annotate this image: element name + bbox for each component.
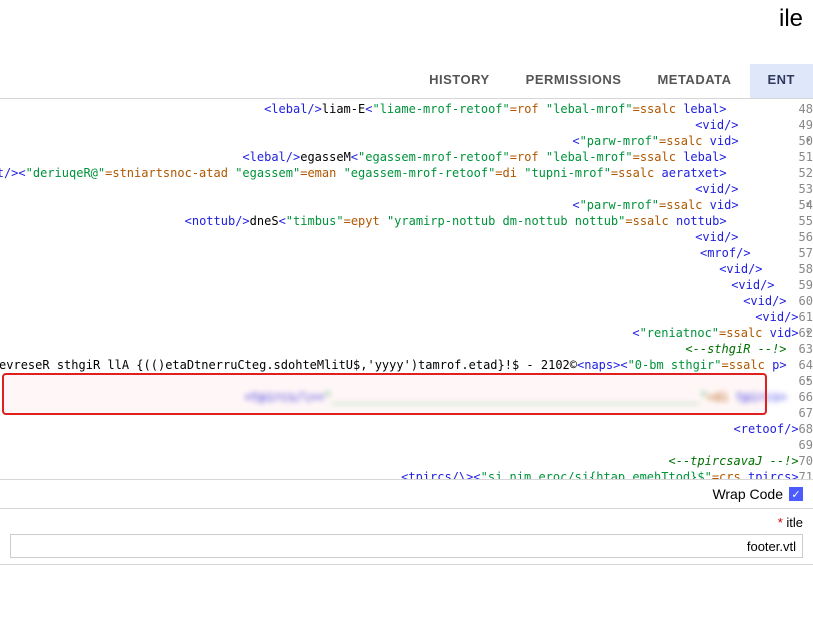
page-title-fragment: ile xyxy=(0,0,813,38)
wrap-code-label: Wrap Code xyxy=(712,486,783,502)
spacer xyxy=(0,38,813,64)
tab-bar: ENT METADATA PERMISSIONS HISTORY xyxy=(0,64,813,99)
line-gutter: 4849505152535455565758596061626364656667… xyxy=(799,99,813,479)
tab-content[interactable]: ENT xyxy=(750,64,813,98)
next-field-stub xyxy=(0,564,813,595)
required-star: * xyxy=(778,515,783,530)
title-field-label: itle * xyxy=(10,515,803,530)
wrap-code-checkbox[interactable]: ✓ xyxy=(789,487,803,501)
tab-metadata[interactable]: METADATA xyxy=(639,64,749,98)
title-field-input[interactable] xyxy=(10,534,803,558)
code-editor[interactable]: 4849505152535455565758596061626364656667… xyxy=(0,99,813,479)
tab-history[interactable]: HISTORY xyxy=(411,64,508,98)
title-field-section: itle * xyxy=(0,508,813,564)
wrap-code-row: ✓ Wrap Code xyxy=(0,479,813,508)
tab-permissions[interactable]: PERMISSIONS xyxy=(508,64,640,98)
code-area[interactable]: <label class="form-label" for="footer-fo… xyxy=(0,99,799,479)
